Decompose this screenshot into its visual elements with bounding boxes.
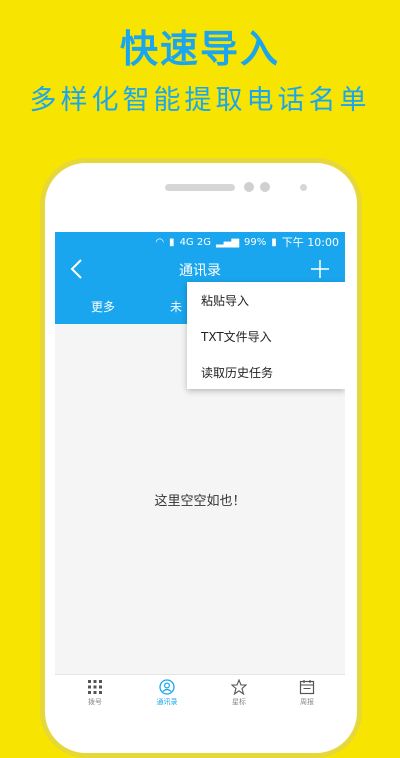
- front-sensor: [260, 182, 270, 192]
- empty-state-text: 这里空空如也！: [154, 494, 246, 509]
- wifi-icon: ◠: [155, 236, 165, 248]
- tab-partial[interactable]: 未: [170, 298, 184, 315]
- promo-headline: 快速导入: [119, 27, 280, 71]
- status-bar: ◠ ▮ 4G 2G ▂▄▆ 99% ▮ 下午 10:00: [55, 232, 345, 252]
- nav-item-contacts[interactable]: 通讯录: [137, 679, 197, 707]
- bottom-nav: 拨号 通讯录 星标 周报: [55, 674, 345, 711]
- page-title: 通讯录: [179, 263, 221, 279]
- status-time: 下午 10:00: [281, 236, 339, 249]
- tab-more[interactable]: 更多: [91, 298, 115, 315]
- nav-label-dial: 拨号: [88, 698, 102, 706]
- nav-item-star[interactable]: 星标: [209, 679, 269, 707]
- promo-subline: 多样化智能提取电话名单: [29, 85, 371, 116]
- menu-item-txt-import[interactable]: TXT文件导入: [201, 328, 272, 345]
- front-camera: [244, 182, 254, 192]
- nav-label-contacts: 通讯录: [156, 698, 178, 706]
- nav-item-weekly[interactable]: 周报: [277, 679, 337, 707]
- menu-item-history-task[interactable]: 读取历史任务: [201, 364, 273, 381]
- star-icon: [231, 679, 247, 695]
- menu-item-paste-import[interactable]: 粘贴导入: [201, 292, 249, 309]
- calendar-icon: [299, 680, 315, 695]
- add-button[interactable]: [309, 258, 331, 280]
- sim-icon: ▮: [169, 236, 175, 248]
- nav-label-star: 星标: [232, 698, 246, 706]
- app-screen: ◠ ▮ 4G 2G ▂▄▆ 99% ▮ 下午 10:00 通讯录 更多 未 这里…: [55, 232, 345, 711]
- plus-icon: [311, 260, 329, 278]
- dialpad-icon: [88, 680, 102, 694]
- contacts-icon: [159, 679, 175, 695]
- battery-icon: ▮: [271, 236, 277, 248]
- import-dropdown-menu: 粘贴导入 TXT文件导入 读取历史任务: [187, 282, 345, 389]
- battery-percent: 99%: [244, 236, 267, 248]
- network-text: 4G 2G: [179, 236, 211, 248]
- nav-label-weekly: 周报: [300, 698, 314, 706]
- phone-top-bar: [45, 163, 357, 238]
- speaker-grille: [165, 184, 235, 191]
- nav-item-dial[interactable]: 拨号: [65, 679, 125, 707]
- proximity-sensor: [300, 184, 307, 191]
- signal-icon: ▂▄▆: [215, 236, 240, 248]
